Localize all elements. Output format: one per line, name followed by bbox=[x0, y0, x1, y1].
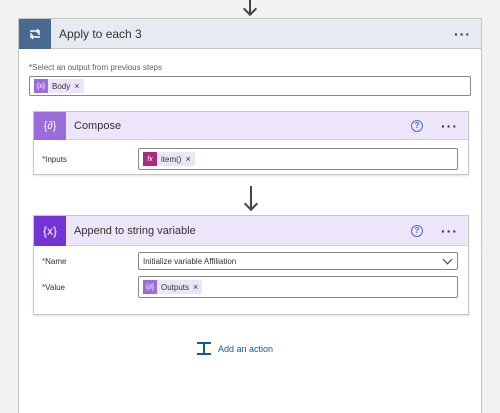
down-arrow-icon bbox=[243, 196, 259, 212]
loop-icon bbox=[19, 18, 51, 49]
chevron-down-icon[interactable] bbox=[442, 254, 453, 264]
help-icon[interactable]: ? bbox=[411, 224, 423, 237]
compose-icon: {∂} bbox=[143, 280, 157, 294]
body-token[interactable]: {x} Body × bbox=[34, 79, 84, 93]
variable-icon: {x} bbox=[34, 215, 66, 246]
outputs-token[interactable]: {∂} Outputs × bbox=[143, 280, 203, 294]
close-icon[interactable]: × bbox=[74, 81, 79, 91]
more-icon[interactable]: ··· bbox=[441, 224, 458, 238]
more-icon[interactable]: ··· bbox=[454, 27, 471, 41]
more-icon[interactable]: ··· bbox=[441, 119, 458, 133]
close-icon[interactable]: × bbox=[185, 154, 190, 164]
apply-to-each-header[interactable]: Apply to each 3 ··· bbox=[19, 18, 481, 49]
value-label: *Value bbox=[42, 282, 65, 292]
add-action-button[interactable]: Add an action bbox=[196, 342, 273, 356]
select-output-label: *Select an output from previous steps bbox=[29, 63, 162, 72]
item-token[interactable]: fx item() × bbox=[143, 152, 195, 166]
name-dropdown[interactable]: Initialize variable Affiliation bbox=[138, 252, 458, 270]
compose-header[interactable]: {∂} Compose ? ··· bbox=[34, 111, 468, 140]
select-output-field[interactable]: {x} Body × bbox=[29, 76, 471, 96]
variable-icon: {x} bbox=[34, 79, 48, 93]
close-icon[interactable]: × bbox=[193, 282, 198, 292]
compose-card: {∂} Compose ? ··· *Inputs fx item() × bbox=[33, 111, 469, 175]
help-icon[interactable]: ? bbox=[411, 119, 423, 132]
append-title[interactable]: Append to string variable bbox=[74, 225, 411, 237]
name-label: *Name bbox=[42, 256, 67, 266]
inputs-label: *Inputs bbox=[42, 154, 67, 164]
inputs-field[interactable]: fx item() × bbox=[138, 148, 458, 170]
expression-icon: fx bbox=[143, 152, 157, 166]
down-arrow-icon bbox=[242, 1, 258, 17]
name-value: Initialize variable Affiliation bbox=[143, 256, 237, 266]
append-card: {x} Append to string variable ? ··· *Nam… bbox=[33, 215, 469, 315]
value-field[interactable]: {∂} Outputs × bbox=[138, 276, 458, 298]
add-action-icon bbox=[197, 342, 211, 355]
compose-title[interactable]: Compose bbox=[74, 120, 411, 132]
apply-to-each-title[interactable]: Apply to each 3 bbox=[59, 27, 454, 41]
compose-icon: {∂} bbox=[34, 111, 66, 140]
append-header[interactable]: {x} Append to string variable ? ··· bbox=[34, 215, 468, 246]
add-action-label[interactable]: Add an action bbox=[218, 344, 273, 354]
